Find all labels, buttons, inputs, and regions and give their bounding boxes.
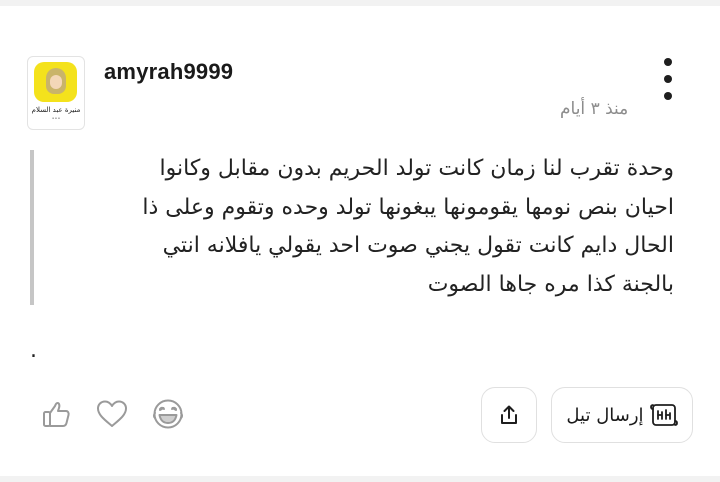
post-line: وحدة تقرب لنا زمان كانت تولد الحريم بدون… — [159, 156, 674, 181]
author-username[interactable]: amyrah9999 — [104, 59, 233, 85]
share-icon — [501, 405, 517, 424]
post-line: الحال دايم كانت تقول يجني صوت احد يقولي … — [162, 233, 674, 258]
post-line: احيان بنص نومها يقومونها يبغونها تولد وح… — [142, 194, 674, 220]
post-trailing-text: . — [30, 338, 37, 363]
post-timestamp: منذ ٣ أيام — [560, 99, 629, 119]
thumbs-up-icon[interactable] — [40, 397, 74, 431]
more-dot — [664, 58, 672, 66]
quote-bar — [30, 150, 34, 305]
heart-icon[interactable] — [95, 397, 129, 431]
scroll-card-icon — [649, 404, 678, 426]
more-dot — [664, 92, 672, 100]
send-tale-button[interactable]: إرسال تيل — [551, 387, 693, 443]
bottom-divider — [0, 476, 720, 482]
avatar-subcaption: ••• — [51, 116, 61, 122]
more-dot — [664, 75, 672, 83]
snapcode-badge — [34, 62, 77, 102]
post-body: وحدة تقرب لنا زمان كانت تولد الحريم بدون… — [50, 150, 674, 304]
share-button[interactable] — [481, 387, 537, 443]
author-avatar[interactable]: منيرة عبد السلام ••• — [27, 56, 85, 130]
laughing-face-icon[interactable] — [151, 397, 185, 431]
avatar-face — [50, 75, 62, 89]
avatar-caption: منيرة عبد السلام — [31, 106, 81, 114]
top-divider — [0, 0, 720, 6]
post-line: بالجنة كذا مره جاها الصوت — [427, 271, 674, 297]
send-tale-label: إرسال تيل — [566, 404, 644, 426]
more-vertical-icon[interactable] — [656, 58, 680, 100]
